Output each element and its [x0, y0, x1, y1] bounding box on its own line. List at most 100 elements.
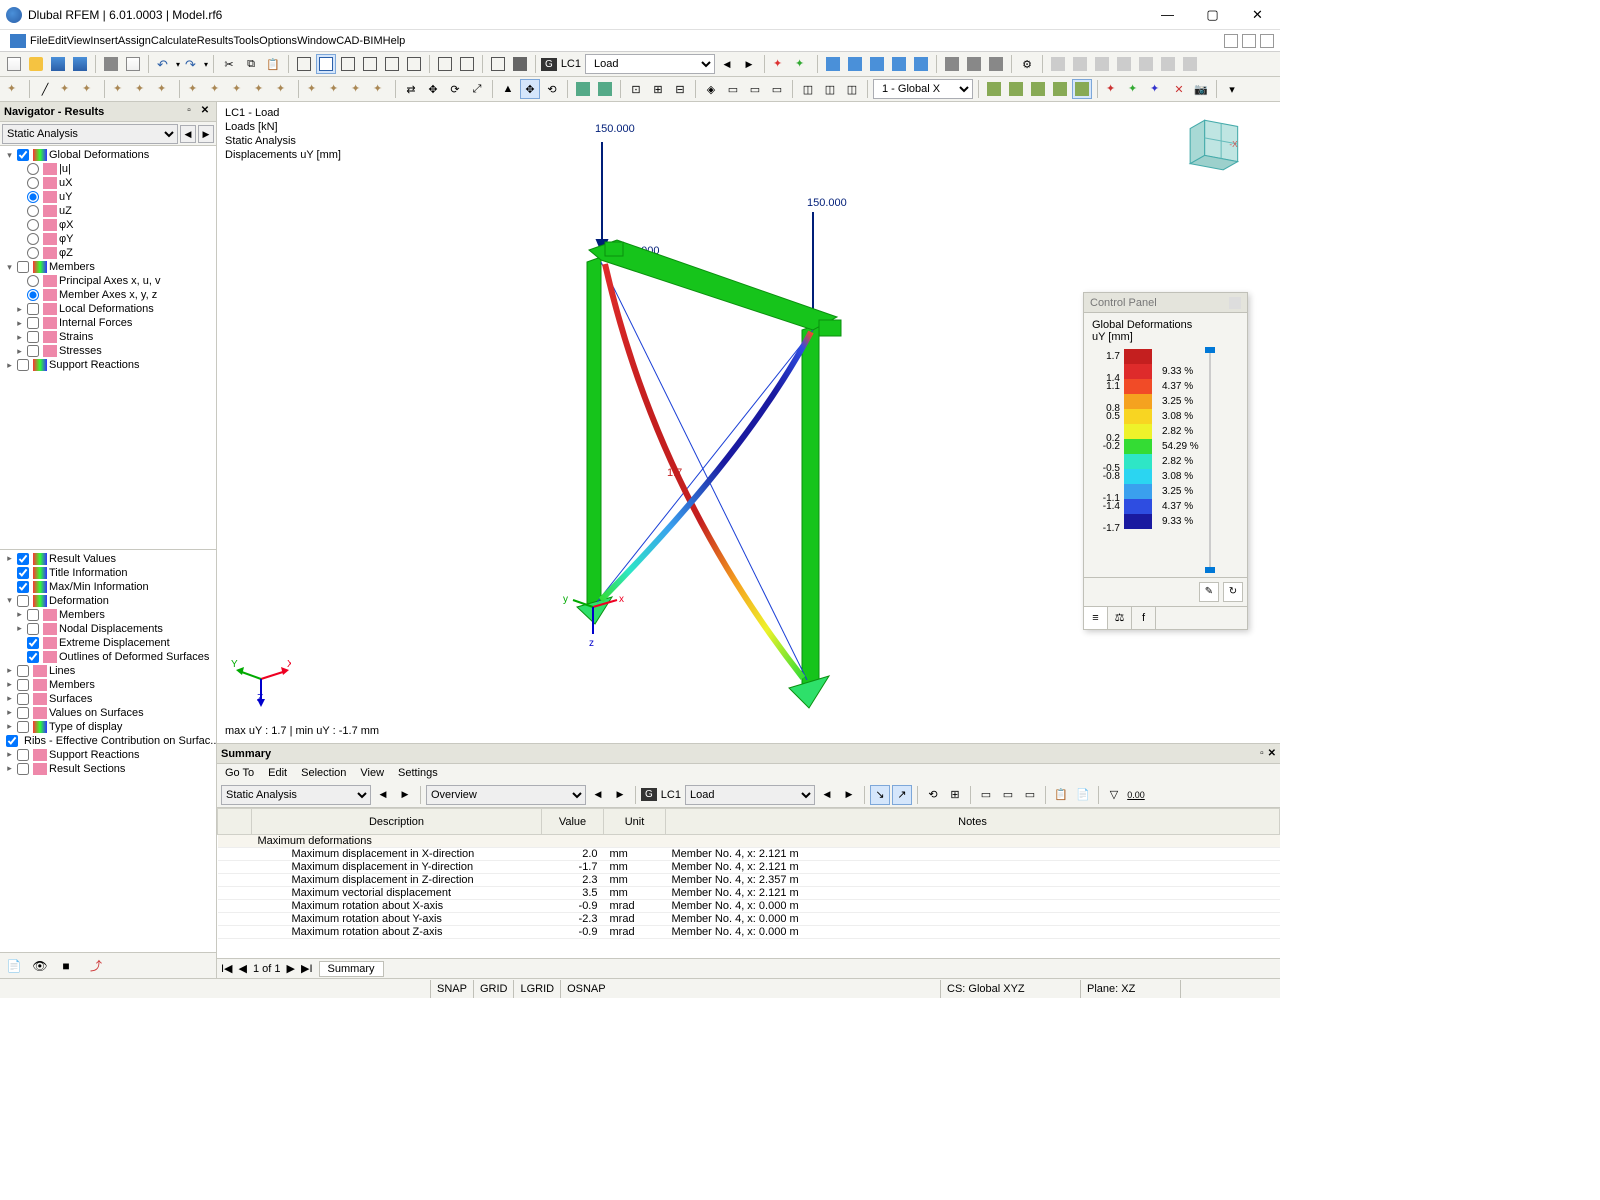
results-toggle-button[interactable]	[792, 54, 812, 74]
menu-results[interactable]: Results	[197, 35, 234, 47]
sum-prev-view[interactable]: ◀	[588, 785, 608, 805]
zoom-win-button[interactable]: ⊞	[648, 79, 668, 99]
sum-prev-analysis[interactable]: ◀	[373, 785, 393, 805]
print-button[interactable]	[101, 54, 121, 74]
tree-node[interactable]: ▸Stresses	[0, 344, 216, 358]
legend-slider[interactable]	[1205, 349, 1215, 571]
tree-checkbox[interactable]	[17, 261, 29, 273]
open-file-button[interactable]	[26, 54, 46, 74]
tree-checkbox[interactable]	[17, 763, 29, 775]
pin-icon[interactable]: ▫	[182, 105, 196, 119]
members-button[interactable]	[889, 54, 909, 74]
view-2h-button[interactable]	[338, 54, 358, 74]
tree-radio[interactable]	[27, 289, 39, 301]
tree-node[interactable]: ▸Surfaces	[0, 692, 216, 706]
tree-node[interactable]: ▸Values on Surfaces	[0, 706, 216, 720]
status-snap[interactable]: SNAP	[430, 980, 473, 998]
analysis-type-select[interactable]: Static Analysis	[2, 124, 178, 144]
tree-node[interactable]: ▸Internal Forces	[0, 316, 216, 330]
summary-tab[interactable]: Summary	[319, 961, 384, 977]
summary-analysis-select[interactable]: Static Analysis	[221, 785, 371, 805]
units-button[interactable]	[510, 54, 530, 74]
summary-menu-settings[interactable]: Settings	[398, 767, 438, 779]
menu-window[interactable]: Window	[297, 35, 336, 47]
results-tree[interactable]: ▾Global Deformations |u| uX uY uZ φX φY …	[0, 146, 216, 549]
tree-node[interactable]: Title Information	[0, 566, 216, 580]
copy-button[interactable]: ⧉	[241, 54, 261, 74]
new-view-button[interactable]	[435, 54, 455, 74]
mirror-button[interactable]: ⇄	[401, 79, 421, 99]
table-row[interactable]: Maximum rotation about Z-axis-0.9mradMem…	[218, 926, 1280, 939]
next-analysis-button[interactable]: ▶	[198, 125, 214, 143]
view-single-button[interactable]	[316, 54, 336, 74]
sum-tool-3[interactable]: ▭	[976, 785, 996, 805]
tree-checkbox[interactable]	[27, 331, 39, 343]
table-row[interactable]: Maximum rotation about X-axis-0.9mradMem…	[218, 900, 1280, 913]
render-4-button[interactable]	[1050, 79, 1070, 99]
annot-button[interactable]	[964, 54, 984, 74]
more-button[interactable]: ▾	[1222, 79, 1242, 99]
prev-analysis-button[interactable]: ◀	[180, 125, 196, 143]
visibility-4-button[interactable]	[1114, 54, 1134, 74]
tree-checkbox[interactable]	[27, 637, 39, 649]
tree-radio[interactable]	[27, 205, 39, 217]
tree-radio[interactable]	[27, 233, 39, 245]
box-button[interactable]	[573, 79, 593, 99]
tree-checkbox[interactable]	[17, 707, 29, 719]
tree-node[interactable]: ▸Local Deformations	[0, 302, 216, 316]
view-4-button[interactable]	[404, 54, 424, 74]
sum-filter-2[interactable]: ↗	[892, 785, 912, 805]
tree-node[interactable]: uX	[0, 176, 216, 190]
front-button[interactable]: ▭	[723, 79, 743, 99]
prev-lc-button[interactable]: ◀	[717, 54, 737, 74]
tree-node[interactable]: ▾Deformation	[0, 594, 216, 608]
cp-tab-scale[interactable]: ⚖	[1108, 607, 1132, 629]
cp-edit-button[interactable]: ✎	[1199, 582, 1219, 602]
coord-system-select[interactable]: 1 - Global XYZ	[873, 79, 973, 99]
tree-radio[interactable]	[27, 191, 39, 203]
tree-node[interactable]: φZ	[0, 246, 216, 260]
render-3-button[interactable]	[1028, 79, 1048, 99]
tree-checkbox[interactable]	[17, 595, 29, 607]
res-3-button[interactable]	[1147, 79, 1167, 99]
tree-node[interactable]: Extreme Displacement	[0, 636, 216, 650]
loads-button[interactable]	[823, 54, 843, 74]
tree-checkbox[interactable]	[17, 749, 29, 761]
hinges-button[interactable]	[867, 54, 887, 74]
sum-next-lc[interactable]: ▶	[839, 785, 859, 805]
zoom-prev-button[interactable]: ⊟	[670, 79, 690, 99]
tree-radio[interactable]	[27, 177, 39, 189]
redo-button[interactable]	[182, 54, 202, 74]
tab-results-icon[interactable]: ⤴	[86, 956, 106, 976]
workspace-icon-3[interactable]	[1260, 34, 1274, 48]
menu-view[interactable]: View	[67, 35, 91, 47]
sum-tool-2[interactable]: ⊞	[945, 785, 965, 805]
load-nodal-button[interactable]	[326, 79, 346, 99]
tree-node[interactable]: ▸Type of display	[0, 720, 216, 734]
sum-filter-btn[interactable]: ▽	[1104, 785, 1124, 805]
screenshot-button[interactable]: 📷	[1191, 79, 1211, 99]
tree-radio[interactable]	[27, 163, 39, 175]
tree-node[interactable]: ▸Nodal Displacements	[0, 622, 216, 636]
cp-close-icon[interactable]	[1229, 297, 1241, 309]
release-button[interactable]	[251, 79, 271, 99]
sum-tool-5[interactable]: ▭	[1020, 785, 1040, 805]
tree-checkbox[interactable]	[27, 651, 39, 663]
tree-radio[interactable]	[27, 247, 39, 259]
summary-overview-select[interactable]: Overview	[426, 785, 586, 805]
menu-options[interactable]: Options	[259, 35, 297, 47]
select-arrow-button[interactable]: ▲	[498, 79, 518, 99]
tree-node[interactable]: ▸Support Reactions	[0, 358, 216, 372]
sum-next-view[interactable]: ▶	[610, 785, 630, 805]
hinge-button[interactable]	[229, 79, 249, 99]
status-lgrid[interactable]: LGRID	[513, 980, 560, 998]
sum-tool-1[interactable]: ⟲	[923, 785, 943, 805]
new-file-button[interactable]	[4, 54, 24, 74]
pager-first[interactable]: I◀	[221, 962, 233, 975]
nav-cube[interactable]: -X	[1186, 112, 1248, 174]
workspace-icon-2[interactable]	[1242, 34, 1256, 48]
tree-checkbox[interactable]	[17, 581, 29, 593]
menu-file[interactable]: File	[30, 35, 48, 47]
pager-prev[interactable]: ◀	[239, 962, 247, 975]
summary-menu-edit[interactable]: Edit	[268, 767, 287, 779]
